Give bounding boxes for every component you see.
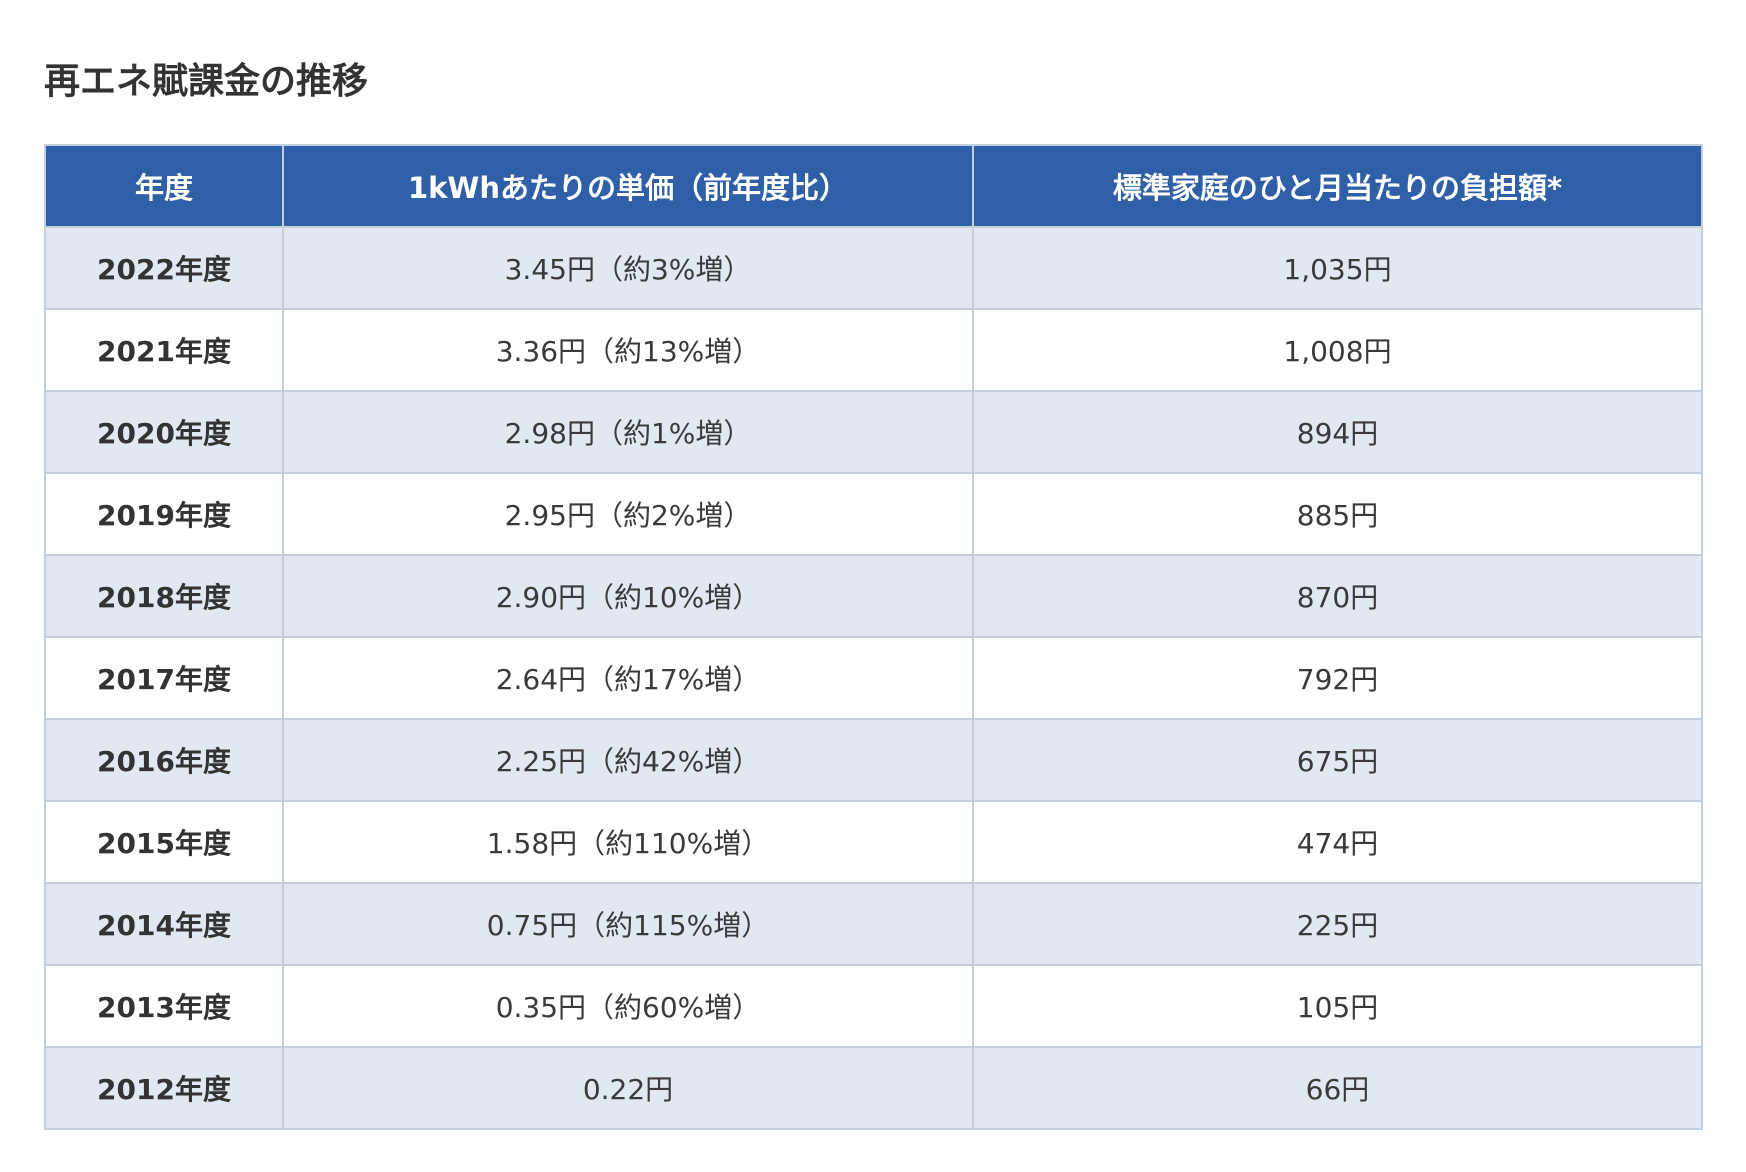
header-row: 年度 1kWhあたりの単価（前年度比） 標準家庭のひと月当たりの負担額* bbox=[44, 144, 1703, 228]
cell-unit-price: 0.75円（約115%増） bbox=[282, 882, 974, 966]
cell-year: 2016年度 bbox=[44, 718, 284, 802]
cell-unit-price: 2.90円（約10%増） bbox=[282, 554, 974, 638]
header-monthly-burden: 標準家庭のひと月当たりの負担額* bbox=[972, 144, 1703, 228]
cell-unit-price: 0.35円（約60%増） bbox=[282, 964, 974, 1048]
cell-unit-price: 2.64円（約17%増） bbox=[282, 636, 974, 720]
cell-monthly-burden: 1,035円 bbox=[972, 226, 1703, 310]
table-row: 2018年度 2.90円（約10%増） 870円 bbox=[44, 554, 1703, 638]
cell-unit-price: 1.58円（約110%増） bbox=[282, 800, 974, 884]
page: 再エネ賦課金の推移 年度 1kWhあたりの単価（前年度比） 標準家庭のひと月当た… bbox=[0, 0, 1746, 1172]
cell-monthly-burden: 894円 bbox=[972, 390, 1703, 474]
table-header: 年度 1kWhあたりの単価（前年度比） 標準家庭のひと月当たりの負担額* bbox=[44, 144, 1703, 228]
cell-year: 2014年度 bbox=[44, 882, 284, 966]
cell-monthly-burden: 105円 bbox=[972, 964, 1703, 1048]
cell-unit-price: 3.45円（約3%増） bbox=[282, 226, 974, 310]
table-row: 2016年度 2.25円（約42%増） 675円 bbox=[44, 718, 1703, 802]
cell-year: 2018年度 bbox=[44, 554, 284, 638]
cell-year: 2013年度 bbox=[44, 964, 284, 1048]
levy-table: 年度 1kWhあたりの単価（前年度比） 標準家庭のひと月当たりの負担額* 202… bbox=[44, 144, 1703, 1130]
cell-year: 2021年度 bbox=[44, 308, 284, 392]
header-unit-price: 1kWhあたりの単価（前年度比） bbox=[282, 144, 974, 228]
table-body: 2022年度 3.45円（約3%増） 1,035円 2021年度 3.36円（約… bbox=[44, 226, 1703, 1130]
table-row: 2015年度 1.58円（約110%増） 474円 bbox=[44, 800, 1703, 884]
table-row: 2014年度 0.75円（約115%増） 225円 bbox=[44, 882, 1703, 966]
page-title: 再エネ賦課金の推移 bbox=[44, 61, 369, 102]
cell-year: 2022年度 bbox=[44, 226, 284, 310]
table-row: 2021年度 3.36円（約13%増） 1,008円 bbox=[44, 308, 1703, 392]
table-row: 2017年度 2.64円（約17%増） 792円 bbox=[44, 636, 1703, 720]
cell-year: 2015年度 bbox=[44, 800, 284, 884]
cell-monthly-burden: 474円 bbox=[972, 800, 1703, 884]
cell-unit-price: 2.95円（約2%増） bbox=[282, 472, 974, 556]
cell-year: 2019年度 bbox=[44, 472, 284, 556]
table-row: 2012年度 0.22円 66円 bbox=[44, 1046, 1703, 1130]
cell-year: 2020年度 bbox=[44, 390, 284, 474]
table-row: 2013年度 0.35円（約60%増） 105円 bbox=[44, 964, 1703, 1048]
cell-monthly-burden: 675円 bbox=[972, 718, 1703, 802]
cell-monthly-burden: 1,008円 bbox=[972, 308, 1703, 392]
cell-year: 2017年度 bbox=[44, 636, 284, 720]
table-row: 2019年度 2.95円（約2%増） 885円 bbox=[44, 472, 1703, 556]
header-year: 年度 bbox=[44, 144, 284, 228]
cell-monthly-burden: 792円 bbox=[972, 636, 1703, 720]
cell-unit-price: 2.25円（約42%増） bbox=[282, 718, 974, 802]
cell-unit-price: 0.22円 bbox=[282, 1046, 974, 1130]
cell-monthly-burden: 225円 bbox=[972, 882, 1703, 966]
cell-monthly-burden: 870円 bbox=[972, 554, 1703, 638]
cell-monthly-burden: 885円 bbox=[972, 472, 1703, 556]
table-row: 2022年度 3.45円（約3%増） 1,035円 bbox=[44, 226, 1703, 310]
table-row: 2020年度 2.98円（約1%増） 894円 bbox=[44, 390, 1703, 474]
cell-monthly-burden: 66円 bbox=[972, 1046, 1703, 1130]
cell-unit-price: 3.36円（約13%増） bbox=[282, 308, 974, 392]
cell-unit-price: 2.98円（約1%増） bbox=[282, 390, 974, 474]
cell-year: 2012年度 bbox=[44, 1046, 284, 1130]
